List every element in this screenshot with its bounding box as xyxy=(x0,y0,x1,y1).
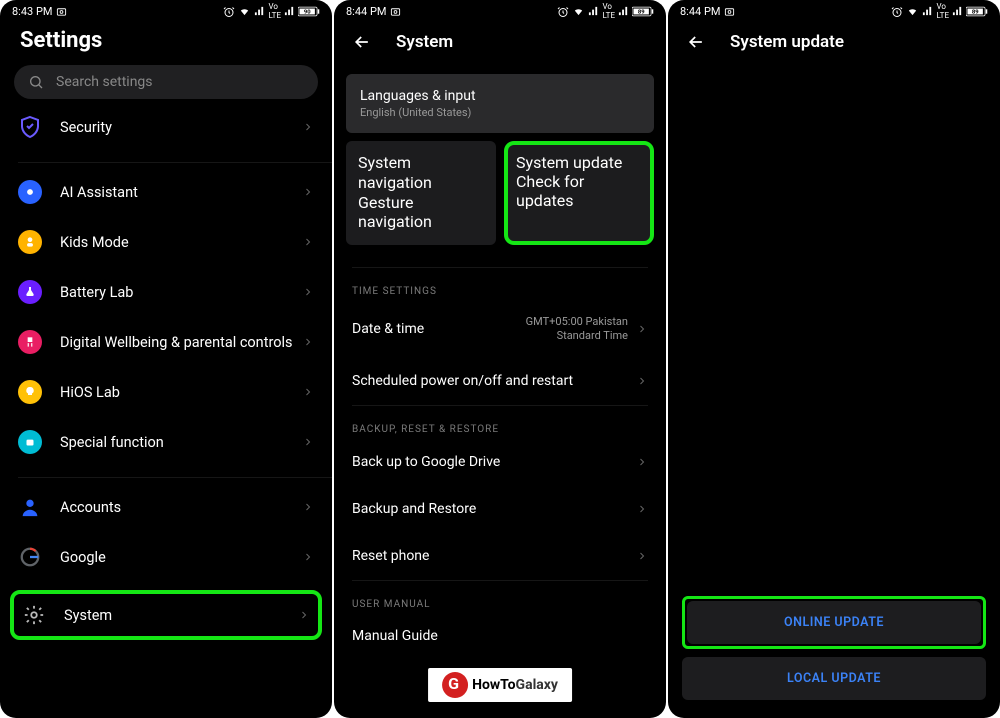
chevron-right-icon xyxy=(636,372,648,391)
online-update-button[interactable]: ONLINE UPDATE xyxy=(687,601,981,644)
search-placeholder: Search settings xyxy=(56,74,153,90)
svg-text:90: 90 xyxy=(304,10,311,16)
settings-security[interactable]: Security xyxy=(0,109,332,152)
svg-text:89: 89 xyxy=(638,10,645,16)
alarm-icon xyxy=(223,4,235,17)
row-reset-phone[interactable]: Reset phone xyxy=(334,533,666,580)
chevron-right-icon xyxy=(636,320,648,339)
row-scheduled-power[interactable]: Scheduled power on/off and restart xyxy=(334,358,666,405)
section-time: TIME SETTINGS xyxy=(334,268,666,301)
clock: 8:43 PM xyxy=(12,5,52,18)
screen-system-update: 8:44 PM VoLTE 89 System update ONLINE UP… xyxy=(668,0,1000,718)
chevron-right-icon xyxy=(302,121,314,133)
chevron-right-icon xyxy=(302,186,314,198)
back-button[interactable] xyxy=(352,32,372,52)
alarm-icon xyxy=(557,4,569,17)
statusbar: 8:44 PM VoLTE 89 xyxy=(668,0,1000,22)
search-icon xyxy=(28,74,44,90)
screen-system: 8:44 PM VoLTE 89 System Languages & inpu… xyxy=(334,0,666,718)
wifi-icon xyxy=(572,5,585,18)
statusbar: 8:44 PM VoLTE 89 xyxy=(334,0,666,22)
battery-icon: 90 xyxy=(298,5,320,18)
chevron-right-icon xyxy=(636,547,648,566)
signal-icon xyxy=(588,5,599,18)
settings-google[interactable]: Google xyxy=(0,532,332,582)
svg-text:89: 89 xyxy=(972,10,979,16)
card-system-update[interactable]: System update Check for updates xyxy=(504,141,654,245)
card-languages[interactable]: Languages & input English (United States… xyxy=(346,74,654,133)
chevron-right-icon xyxy=(302,286,314,298)
settings-hios-lab[interactable]: HiOS Lab xyxy=(0,367,332,417)
settings-ai-assistant[interactable]: AI Assistant xyxy=(0,167,332,217)
settings-kids-mode[interactable]: Kids Mode xyxy=(0,217,332,267)
wellbeing-icon xyxy=(18,330,42,354)
statusbar: 8:43 PM VoLTE 90 xyxy=(0,0,332,22)
watermark: HowToGalaxy xyxy=(428,668,572,702)
card-system-navigation[interactable]: System navigation Gesture navigation xyxy=(346,141,496,245)
chevron-right-icon xyxy=(302,236,314,248)
row-date-time[interactable]: Date & time GMT+05:00 PakistanStandard T… xyxy=(334,301,666,358)
wifi-icon xyxy=(238,5,251,18)
row-backup-restore[interactable]: Backup and Restore xyxy=(334,486,666,533)
page-title: Settings xyxy=(0,22,332,61)
watermark-logo-icon xyxy=(442,672,468,698)
clock: 8:44 PM xyxy=(680,5,720,18)
alarm-icon xyxy=(891,4,903,17)
row-manual-guide[interactable]: Manual Guide xyxy=(334,614,666,648)
screen-settings: 8:43 PM VoLTE 90 Settings Search setting… xyxy=(0,0,332,718)
settings-system[interactable]: System xyxy=(10,590,322,640)
chevron-right-icon xyxy=(636,453,648,472)
settings-accounts[interactable]: Accounts xyxy=(0,482,332,532)
wifi-icon xyxy=(906,5,919,18)
chevron-right-icon xyxy=(302,336,314,348)
screenshot-icon xyxy=(56,5,67,18)
assistant-icon xyxy=(18,180,42,204)
page-title: System update xyxy=(730,32,844,52)
volte-label: VoLTE xyxy=(268,2,281,20)
bulb-icon xyxy=(18,380,42,404)
row-backup-drive[interactable]: Back up to Google Drive xyxy=(334,439,666,486)
highlight-online-update: ONLINE UPDATE xyxy=(682,596,986,649)
signal-icon2 xyxy=(952,5,963,18)
gear-icon xyxy=(22,603,46,627)
battery-lab-icon xyxy=(18,280,42,304)
settings-special-function[interactable]: Special function xyxy=(0,417,332,467)
section-backup: BACKUP, RESET & RESTORE xyxy=(334,406,666,439)
battery-icon: 89 xyxy=(632,5,654,18)
robot-icon xyxy=(18,430,42,454)
signal-icon2 xyxy=(618,5,629,18)
volte-label: VoLTE xyxy=(602,2,615,20)
screenshot-icon xyxy=(390,5,401,18)
settings-list: Security AI Assistant Kids Mode Battery … xyxy=(0,109,332,718)
page-title: System xyxy=(396,32,453,52)
back-button[interactable] xyxy=(686,32,706,52)
settings-battery-lab[interactable]: Battery Lab xyxy=(0,267,332,317)
chevron-right-icon xyxy=(298,609,310,621)
chevron-right-icon xyxy=(302,386,314,398)
section-manual: USER MANUAL xyxy=(334,581,666,614)
chevron-right-icon xyxy=(636,500,648,519)
accounts-icon xyxy=(18,495,42,519)
chevron-right-icon xyxy=(302,551,314,563)
screenshot-icon xyxy=(724,5,735,18)
chevron-right-icon xyxy=(302,436,314,448)
battery-icon: 89 xyxy=(966,5,988,18)
clock: 8:44 PM xyxy=(346,5,386,18)
search-input[interactable]: Search settings xyxy=(14,65,318,99)
google-icon xyxy=(18,545,42,569)
signal-icon xyxy=(254,5,265,18)
shield-icon xyxy=(18,115,42,139)
local-update-button[interactable]: LOCAL UPDATE xyxy=(682,657,986,700)
settings-wellbeing[interactable]: Digital Wellbeing & parental controls xyxy=(0,317,332,367)
kids-icon xyxy=(18,230,42,254)
chevron-right-icon xyxy=(302,501,314,513)
signal-icon xyxy=(922,5,933,18)
volte-label: VoLTE xyxy=(936,2,949,20)
signal-icon2 xyxy=(284,5,295,18)
